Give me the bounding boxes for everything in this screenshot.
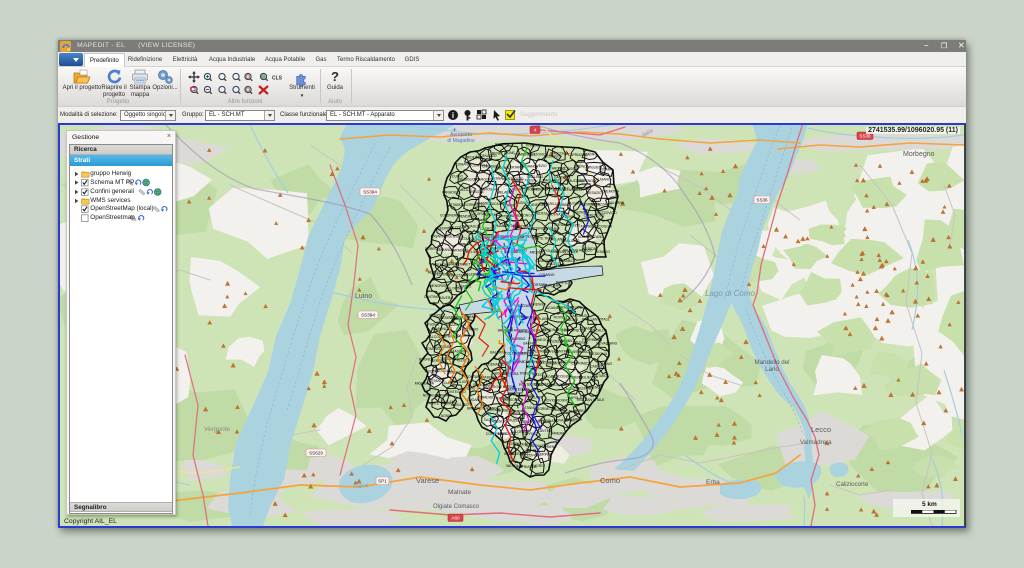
svg-text:Luino: Luino (355, 293, 372, 300)
svg-text:SS394: SS394 (361, 313, 375, 318)
svg-text:MEDEGLIA: MEDEGLIA (590, 352, 608, 356)
svg-text:Lago di Como: Lago di Como (705, 289, 755, 298)
svg-text:SS394: SS394 (363, 190, 377, 195)
svg-text:CADRO: CADRO (532, 464, 545, 468)
svg-text:MEZZOVICO: MEZZOVICO (596, 211, 617, 215)
svg-text:SESSA: SESSA (437, 393, 449, 397)
svg-text:LUGANO: LUGANO (596, 177, 611, 181)
svg-text:FESCOGGIA: FESCOGGIA (592, 225, 613, 229)
svg-text:VEZIO: VEZIO (537, 164, 548, 168)
svg-text:MAROGGIA: MAROGGIA (479, 188, 498, 192)
svg-text:BENE: BENE (492, 152, 502, 156)
svg-text:COMANO: COMANO (597, 362, 613, 366)
svg-text:SS629: SS629 (309, 451, 323, 456)
svg-text:AGNO: AGNO (441, 414, 451, 418)
svg-text:ASTANO: ASTANO (593, 374, 607, 378)
svg-text:BALERNA: BALERNA (566, 417, 583, 421)
svg-text:MORBIO: MORBIO (574, 409, 588, 413)
svg-text:RIVA SAN VITALE: RIVA SAN VITALE (582, 318, 610, 322)
svg-text:BESAZIO: BESAZIO (587, 191, 602, 195)
svg-text:i: i (452, 111, 454, 120)
svg-text:LUGANO: LUGANO (437, 248, 452, 252)
svg-text:A60: A60 (451, 516, 460, 521)
svg-text:Mandello del: Mandello del (754, 359, 789, 366)
svg-text:MAGLIASO: MAGLIASO (562, 239, 580, 243)
svg-text:MELANO: MELANO (529, 395, 544, 399)
svg-text:TREVANO: TREVANO (553, 223, 570, 227)
svg-text:MUZZANO: MUZZANO (587, 235, 604, 239)
svg-text:CLS: CLS (272, 76, 283, 82)
svg-text:SORENGO: SORENGO (578, 179, 596, 183)
svg-text:PONCIO: PONCIO (526, 143, 540, 147)
svg-text:RAVERA: RAVERA (495, 143, 509, 147)
svg-text:Lago di: Lago di (354, 483, 369, 488)
svg-text:SEDRINO: SEDRINO (535, 452, 551, 456)
svg-text:CANTINE: CANTINE (424, 295, 440, 299)
svg-text:ISONE: ISONE (428, 323, 439, 327)
svg-text:VALCOLLA: VALCOLLA (551, 152, 569, 156)
svg-text:PONTE TRESA: PONTE TRESA (512, 179, 537, 183)
svg-text:TREMONA: TREMONA (541, 328, 559, 332)
svg-text:CANEGGIO: CANEGGIO (489, 420, 508, 424)
svg-text:BOGNO: BOGNO (556, 281, 569, 285)
svg-text:ASTANO: ASTANO (429, 379, 443, 383)
svg-text:Malnate: Malnate (448, 489, 472, 496)
svg-text:CAFFINO: CAFFINO (456, 284, 471, 288)
svg-text:Caliziocorte: Caliziocorte (836, 481, 869, 488)
svg-text:BRENO: BRENO (575, 164, 587, 168)
svg-text:MORBIO: MORBIO (512, 337, 526, 341)
svg-text:CABBIO: CABBIO (561, 259, 574, 263)
svg-text:Lecco: Lecco (811, 425, 831, 434)
svg-text:FESCOGGIA: FESCOGGIA (552, 375, 573, 379)
svg-text:BRENO: BRENO (431, 234, 443, 238)
svg-text:CASLANO: CASLANO (534, 383, 551, 387)
svg-text:RIVA SAN VITALE: RIVA SAN VITALE (577, 398, 605, 402)
svg-text:DIMADERA: DIMADERA (448, 350, 467, 354)
svg-text:AGNO: AGNO (556, 175, 566, 179)
svg-text:NOVAZZANO: NOVAZZANO (596, 341, 617, 345)
svg-text:CADRO: CADRO (585, 152, 598, 156)
svg-text:✈: ✈ (452, 127, 457, 134)
svg-text:Morbegno: Morbegno (903, 151, 935, 158)
svg-text:SORENGO: SORENGO (585, 386, 603, 390)
svg-text:di Magadino: di Magadino (447, 138, 474, 144)
svg-text:SS38: SS38 (859, 134, 871, 139)
svg-text:Varese: Varese (416, 476, 439, 485)
svg-text:Valmadrera: Valmadrera (800, 439, 832, 446)
svg-text:BESAZIO: BESAZIO (595, 250, 610, 254)
svg-text:BISSONE: BISSONE (504, 398, 520, 402)
svg-text:RAVERA: RAVERA (551, 432, 565, 436)
svg-text:4: 4 (534, 128, 537, 133)
svg-text:PARADISO: PARADISO (442, 191, 460, 195)
svg-text:Olgiate Comasco: Olgiate Comasco (433, 504, 480, 510)
svg-text:ASTANO: ASTANO (599, 167, 613, 171)
svg-text:MERIDE: MERIDE (517, 330, 531, 334)
svg-text:RAVERA: RAVERA (439, 296, 453, 300)
svg-text:BENE: BENE (547, 445, 557, 449)
svg-text:SS36: SS36 (756, 198, 768, 203)
svg-text:CAPRIASCA: CAPRIASCA (460, 224, 480, 228)
svg-text:TREMONA: TREMONA (602, 190, 620, 194)
svg-text:CAPRIASCA: CAPRIASCA (571, 362, 591, 366)
svg-text:Como: Como (600, 476, 620, 485)
svg-text:TREVANO: TREVANO (520, 165, 537, 169)
svg-text:CHIASSO: CHIASSO (474, 202, 490, 206)
svg-text:Vergonte: Vergonte (204, 426, 231, 433)
svg-text:PONCIO: PONCIO (521, 213, 535, 217)
svg-text:VACALLO: VACALLO (591, 328, 607, 332)
svg-text:DIMADERA: DIMADERA (478, 376, 497, 380)
svg-text:MELANO: MELANO (497, 191, 512, 195)
svg-text:SP1: SP1 (378, 479, 387, 484)
svg-text:NOVAGGIO: NOVAGGIO (474, 177, 493, 181)
svg-text:COMANO: COMANO (455, 163, 471, 167)
svg-text:CAFFINO: CAFFINO (523, 432, 538, 436)
svg-text:Erba: Erba (706, 479, 720, 486)
svg-text:Lario: Lario (765, 366, 779, 373)
svg-text:CADRO: CADRO (480, 227, 493, 231)
svg-text:BALERNA: BALERNA (608, 201, 625, 205)
svg-text:LODENAZZO: LODENAZZO (527, 444, 548, 448)
svg-text:BOGNO: BOGNO (419, 358, 432, 362)
svg-text:BRENO: BRENO (449, 371, 461, 375)
